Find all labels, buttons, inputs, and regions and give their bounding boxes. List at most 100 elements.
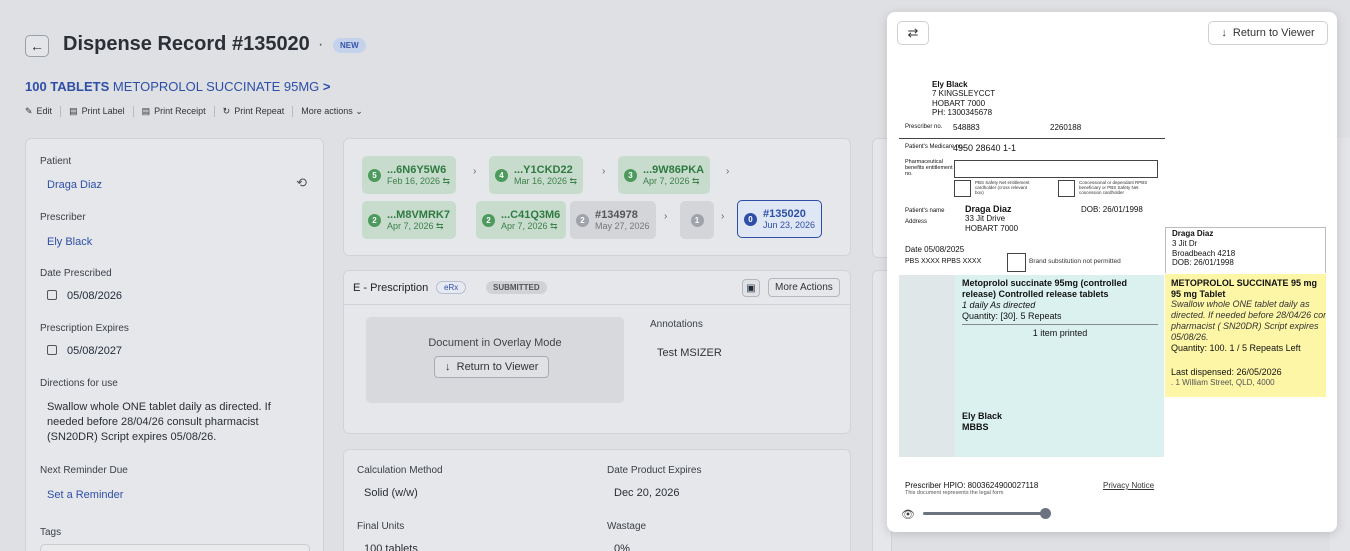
prescription-chip[interactable]: 2 ...C41Q3M6 Apr 7, 2026 ⇆ xyxy=(476,201,567,239)
privacy-notice-link[interactable]: Privacy Notice xyxy=(1103,481,1154,490)
medicare-number: 4950 28640 1-1 xyxy=(953,143,1017,153)
chip-date: Apr 7, 2026 ⇆ xyxy=(643,175,700,186)
repeat-count: 5 xyxy=(368,168,381,182)
final-units-value: 100 tablets xyxy=(364,543,418,551)
document-icon: ▣ xyxy=(746,282,756,294)
label-directions: Swallow whole ONE tablet daily as direct… xyxy=(1171,299,1326,342)
opacity-slider-handle[interactable] xyxy=(1040,508,1051,519)
brand-substitution-text: Brand substitution not permitted xyxy=(1029,258,1121,265)
annotation-margin xyxy=(899,275,955,457)
items-printed: 1 item printed xyxy=(1032,328,1088,338)
chip-date: Feb 16, 2026 ⇆ xyxy=(387,175,451,186)
repeat-count: 0 xyxy=(744,212,757,226)
prescription-chip[interactable]: 5 ...6N6Y5W6 Feb 16, 2026 ⇆ xyxy=(362,156,457,194)
history-icon[interactable]: ⟲ xyxy=(296,175,307,191)
doc-patient-dob: DOB: 26/01/1998 xyxy=(1081,205,1143,214)
chip-code: ...Y1CKD22 xyxy=(514,163,573,176)
chip-date: May 27, 2026 xyxy=(595,221,650,231)
annotations-label: Annotations xyxy=(650,319,703,330)
expires-label: Prescription Expires xyxy=(40,323,129,334)
product-name: METOPROLOL SUCCINATE 95MG xyxy=(112,79,320,94)
wastage-value: 0% xyxy=(614,543,630,551)
return-label: Return to Viewer xyxy=(456,361,539,373)
more-actions-label: More actions ⌄ xyxy=(301,105,363,116)
prescriber-no-label: Prescriber no. xyxy=(905,124,943,130)
chip-code: ...C41Q3M6 xyxy=(501,208,561,221)
prescriber-address: 7 KINGSLEYCCT HOBART 7000 PH: 1300345678 xyxy=(932,89,996,117)
doc-patient-name: Draga Diaz xyxy=(965,204,1012,214)
opacity-slider[interactable] xyxy=(923,512,1046,515)
directions-label: Directions for use xyxy=(40,378,118,389)
prescription-chip[interactable]: 2 ...M8VMRK7 Apr 7, 2026 ⇆ xyxy=(362,201,456,239)
pencil-icon: ✎ xyxy=(25,105,33,116)
chip-code: #134978 xyxy=(595,209,638,221)
label-quantity: Quantity: 100. 1 / 5 Repeats Left xyxy=(1171,343,1301,353)
overlay-text: Document in Overlay Mode xyxy=(428,337,562,349)
label-patient-name: Draga Diaz xyxy=(1172,229,1214,238)
arrow-down-icon: ↓ xyxy=(445,361,451,373)
print-label-label: Print Label xyxy=(81,106,125,116)
print-repeat-button[interactable]: ↻ Print Repeat xyxy=(215,105,294,117)
prescription-chip[interactable]: 3 ...9W86PKA Apr 7, 2026 ⇆ xyxy=(618,156,711,194)
printer-icon: ▤ xyxy=(69,105,78,116)
chevron-right-icon: › xyxy=(726,166,730,177)
chip-code: ...9W86PKA xyxy=(643,163,705,176)
annotations-value: Test MSIZER xyxy=(657,347,722,359)
expires-value: 05/08/2027 xyxy=(47,345,122,357)
chip-date: Jun 23, 2026 xyxy=(763,220,816,230)
set-reminder-link[interactable]: Set a Reminder xyxy=(47,489,123,501)
print-receipt-button[interactable]: ▤ Print Receipt xyxy=(134,105,215,117)
prescriber-link[interactable]: Ely Black xyxy=(47,236,92,248)
calc-method-label: Calculation Method xyxy=(357,465,443,476)
chip-text: ...M8VMRK7 Apr 7, 2026 ⇆ xyxy=(387,209,450,232)
chevron-right-icon: › xyxy=(721,211,725,222)
prescriber-no-2: 2260188 xyxy=(1050,123,1082,132)
divider xyxy=(899,138,1165,139)
prescription-chip[interactable]: 0 #135020 Jun 23, 2026 xyxy=(737,200,823,238)
swap-button[interactable]: ⇄ xyxy=(897,21,929,45)
print-label-button[interactable]: ▤ Print Label xyxy=(61,105,134,117)
concession-checkbox xyxy=(1058,180,1075,197)
signature-name: Ely Black xyxy=(962,411,1003,421)
doc-signature: Ely Black MBBS xyxy=(962,411,1002,433)
edit-button[interactable]: ✎ Edit xyxy=(25,105,62,117)
viewer-return-button[interactable]: ↓ Return to Viewer xyxy=(1208,21,1328,45)
prescription-chip[interactable]: 2 #134978 May 27, 2026 xyxy=(570,201,656,239)
prescription-document: Ely Black 7 KINGSLEYCCT HOBART 7000 PH: … xyxy=(887,12,1337,532)
more-actions-menu[interactable]: More actions ⌄ xyxy=(293,106,371,117)
signature-qualification: MBBS xyxy=(962,422,989,432)
receipt-icon: ▤ xyxy=(141,105,151,116)
doc-drug: Metoprolol succinate 95mg (controlled re… xyxy=(962,278,1128,299)
product-expires-label: Date Product Expires xyxy=(607,465,702,476)
chevron-right-icon: › xyxy=(473,166,477,177)
prescription-chip[interactable]: 4 ...Y1CKD22 Mar 16, 2026 ⇆ xyxy=(489,156,584,194)
eprescription-title: E - Prescription xyxy=(353,282,429,294)
dispense-label-preview: METOPROLOL SUCCINATE 95 mg 95 mg Tablet … xyxy=(1165,274,1326,397)
more-actions-button[interactable]: More Actions xyxy=(768,278,840,297)
document-button[interactable]: ▣ xyxy=(742,279,760,297)
edit-label: Edit xyxy=(36,106,53,116)
arrow-down-icon: ↓ xyxy=(1221,27,1227,39)
patient-name-label: Patient's name Address xyxy=(905,208,945,225)
doc-drug-directions: 1 daily As directed xyxy=(962,300,1036,310)
product-link[interactable]: 100 TABLETS METOPROLOL SUCCINATE 95MG > xyxy=(25,79,330,94)
status-badge: NEW xyxy=(333,38,366,53)
repeat-icon: ↻ xyxy=(222,105,231,116)
prescription-chip[interactable]: 1 xyxy=(680,201,714,239)
reminder-label: Next Reminder Due xyxy=(40,465,128,476)
tags-input[interactable] xyxy=(40,544,310,551)
chip-code: ...M8VMRK7 xyxy=(387,208,450,221)
prescriber-no: 548883 xyxy=(953,123,980,132)
final-units-label: Final Units xyxy=(357,521,405,532)
prescriber-label: Prescriber xyxy=(40,212,86,223)
doc-patient-address: 33 Jit Drive HOBART 7000 xyxy=(965,214,1019,233)
print-repeat-label: Print Repeat xyxy=(234,106,285,116)
date-prescribed-label: Date Prescribed xyxy=(40,268,112,279)
divider xyxy=(962,324,1158,325)
print-receipt-label: Print Receipt xyxy=(154,106,206,116)
chip-text: ...C41Q3M6 Apr 7, 2026 ⇆ xyxy=(501,209,560,232)
back-button[interactable]: ← xyxy=(25,35,49,57)
chip-text: ...6N6Y5W6 Feb 16, 2026 ⇆ xyxy=(387,164,450,187)
return-to-viewer-button[interactable]: ↓ Return to Viewer xyxy=(434,356,550,378)
patient-link[interactable]: Draga Diaz xyxy=(47,179,102,191)
